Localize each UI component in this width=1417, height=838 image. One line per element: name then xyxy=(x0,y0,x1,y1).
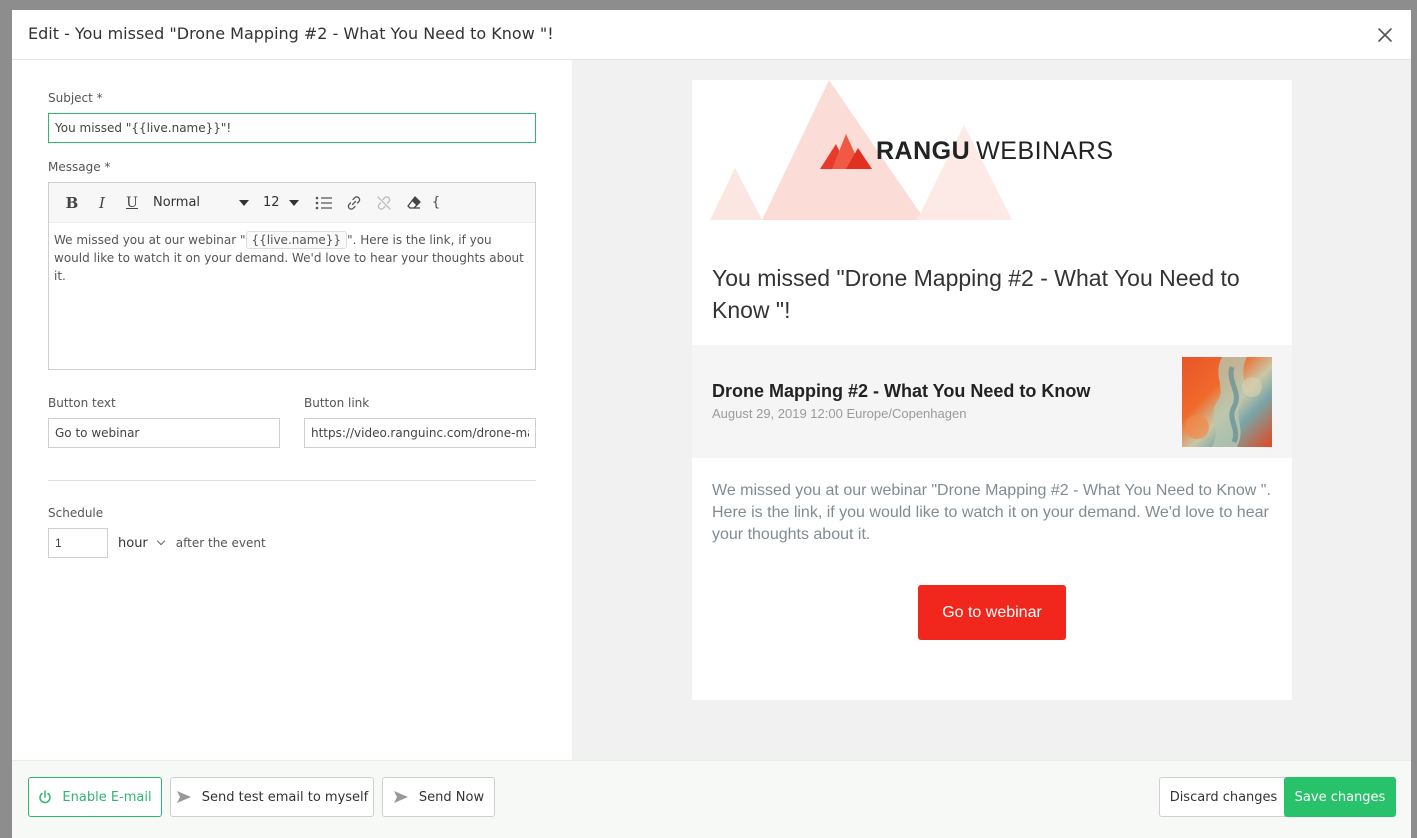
bullet-list-icon[interactable] xyxy=(309,191,339,215)
modal-header: Edit - You missed "Drone Mapping #2 - Wh… xyxy=(12,10,1411,60)
font-size-value: 12 xyxy=(263,195,280,210)
link-icon[interactable] xyxy=(339,191,369,215)
modal-footer: Enable E-mail Send test email to myself … xyxy=(12,760,1411,838)
close-icon[interactable] xyxy=(1375,25,1395,45)
editor-toolbar: B I U Normal 12 { xyxy=(49,183,535,223)
event-card: Drone Mapping #2 - What You Need to Know… xyxy=(692,345,1292,458)
font-size-select[interactable]: 12 xyxy=(261,192,301,214)
email-banner: RANGU WEBINARS xyxy=(692,80,1292,230)
email-body-text: We missed you at our webinar "Drone Mapp… xyxy=(712,482,1271,543)
button-link-label: Button link xyxy=(304,396,370,410)
variable-chip[interactable]: {{live.name}} xyxy=(245,231,348,249)
subject-label: Subject * xyxy=(48,91,103,105)
unlink-icon[interactable] xyxy=(369,191,399,215)
message-label: Message * xyxy=(48,160,111,174)
button-link-input[interactable] xyxy=(304,418,536,448)
email-form-panel: Subject * Message * B I U Normal 12 xyxy=(12,60,572,760)
enable-email-label: Enable E-mail xyxy=(62,789,152,805)
format-select-value: Normal xyxy=(153,195,201,210)
email-preview-panel: RANGU WEBINARS You missed "Drone Mapping… xyxy=(572,60,1411,760)
event-title: Drone Mapping #2 - What You Need to Know xyxy=(712,381,1091,401)
send-now-button[interactable]: Send Now xyxy=(382,777,495,817)
message-text-before: We missed you at our webinar " xyxy=(54,233,246,247)
email-heading: You missed "Drone Mapping #2 - What You … xyxy=(712,265,1240,323)
schedule-unit-select[interactable]: hour xyxy=(118,535,166,551)
brand-name-light: WEBINARS xyxy=(976,136,1114,165)
event-thumbnail xyxy=(1182,357,1272,447)
enable-email-button[interactable]: Enable E-mail xyxy=(28,777,162,817)
schedule-unit-value: hour xyxy=(118,535,148,551)
button-text-label: Button text xyxy=(48,396,116,410)
send-icon xyxy=(176,790,192,804)
send-test-email-button[interactable]: Send test email to myself xyxy=(170,777,374,817)
chevron-down-icon xyxy=(156,536,166,546)
message-editor-content[interactable]: We missed you at our webinar " {{live.nam… xyxy=(49,223,535,293)
underline-button[interactable]: U xyxy=(117,191,147,215)
brand-name-bold: RANGU xyxy=(876,136,971,165)
schedule-amount-input[interactable] xyxy=(48,528,108,558)
message-editor: B I U Normal 12 {We missed you at our w… xyxy=(48,182,536,370)
modal-title: Edit - You missed "Drone Mapping #2 - Wh… xyxy=(28,24,554,43)
send-icon xyxy=(393,790,409,804)
discard-changes-button[interactable]: Discard changes xyxy=(1159,777,1288,817)
go-to-webinar-button[interactable]: Go to webinar xyxy=(918,585,1066,640)
edit-email-modal: Edit - You missed "Drone Mapping #2 - Wh… xyxy=(12,10,1411,838)
caret-down-icon xyxy=(289,199,299,206)
power-icon xyxy=(38,790,52,804)
event-date: August 29, 2019 12:00 Europe/Copenhagen xyxy=(712,406,967,421)
subject-input[interactable] xyxy=(48,113,536,143)
email-preview: RANGU WEBINARS You missed "Drone Mapping… xyxy=(692,80,1292,700)
schedule-after-text: after the event xyxy=(175,536,266,550)
bold-button[interactable]: B xyxy=(57,191,87,215)
rangu-logo-icon xyxy=(820,134,872,169)
schedule-row: hour after the event xyxy=(48,528,266,558)
section-divider xyxy=(48,480,536,481)
send-test-email-label: Send test email to myself xyxy=(201,789,369,805)
brand-logo: RANGU WEBINARS xyxy=(820,132,1114,170)
caret-down-icon xyxy=(239,199,249,206)
variable-brace-icon[interactable]: { xyxy=(429,191,443,215)
format-select[interactable]: Normal xyxy=(147,192,255,214)
schedule-label: Schedule xyxy=(48,506,104,520)
italic-button[interactable]: I xyxy=(87,191,117,215)
send-now-label: Send Now xyxy=(418,789,485,805)
save-changes-button[interactable]: Save changes xyxy=(1284,777,1396,817)
eraser-icon[interactable] xyxy=(399,191,429,215)
button-text-input[interactable] xyxy=(48,418,280,448)
